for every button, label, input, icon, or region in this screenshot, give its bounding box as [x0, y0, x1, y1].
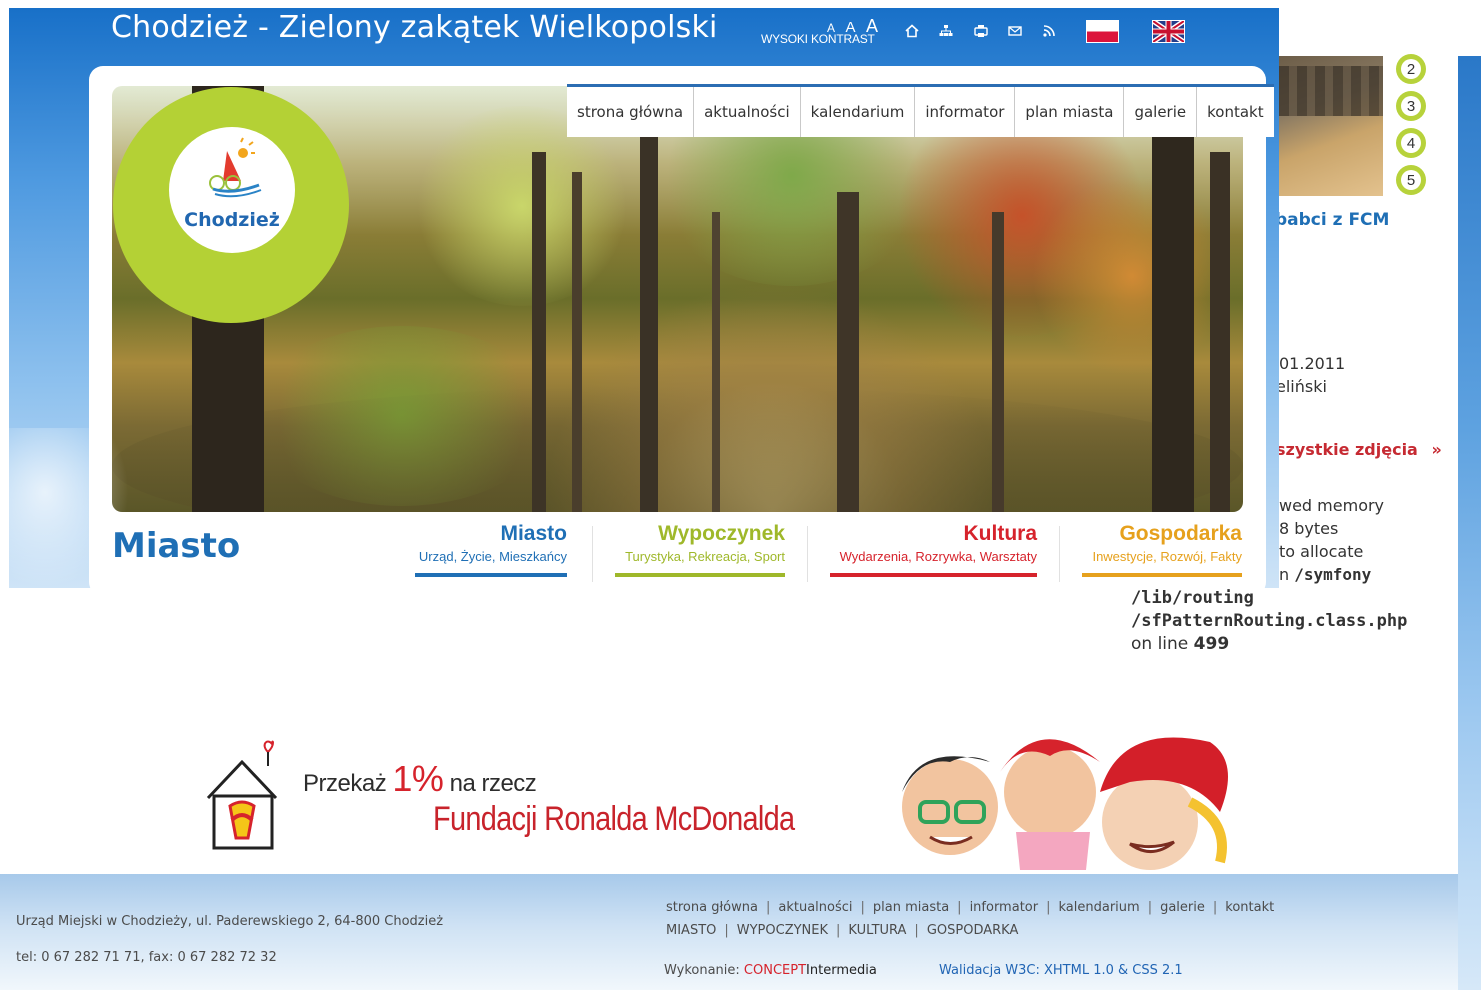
footer-links: strona główna | aktualności | plan miasta |… [666, 900, 1275, 938]
credit-company[interactable]: Intermedia [806, 963, 877, 978]
banner-headline: Przekaż 1% na rzecz [303, 758, 537, 799]
footer-address: Urząd Miejski w Chodzieży, ul. Paderewsk… [16, 914, 444, 929]
logo-text: Chodzież [184, 209, 280, 231]
footer-link[interactable]: plan miasta [873, 900, 949, 915]
footer-phone: tel: 0 67 282 71 71, fax: 0 67 282 72 32 [16, 950, 277, 965]
nav-item-contact[interactable]: kontakt [1197, 87, 1273, 137]
footer-link[interactable]: WYPOCZYNEK [737, 923, 828, 938]
header-frame: Chodzież - Zielony zakątek Wielkopolski … [9, 8, 1279, 588]
error-text-line: wed memory [1279, 496, 1385, 515]
footer-link[interactable]: kontakt [1225, 900, 1274, 915]
pager-item[interactable]: 3 [1396, 91, 1426, 121]
sitemap-icon[interactable] [939, 24, 953, 38]
category-title: Kultura [963, 522, 1038, 545]
section-title: Miasto [112, 526, 241, 566]
nav-item-galleries[interactable]: galerie [1124, 87, 1198, 137]
all-photos-link[interactable]: szystkie zdjęcia » [1276, 440, 1442, 459]
banner-foundation-name: Fundacji Ronalda McDonalda [433, 800, 795, 838]
mail-icon[interactable] [1008, 24, 1022, 38]
footer-link[interactable]: KULTURA [848, 923, 906, 938]
background-sky [1458, 56, 1481, 990]
banner-kids-illustration [902, 737, 1228, 870]
footer: Urząd Miejski w Chodzieży, ul. Paderewsk… [0, 874, 1458, 990]
nav-item-calendar[interactable]: kalendarium [801, 87, 916, 137]
category-underline [615, 573, 785, 577]
error-path-line: /lib/routing [1131, 588, 1254, 608]
error-path-line: /sfPatternRouting.class.php [1131, 611, 1408, 631]
pager-item[interactable]: 5 [1396, 165, 1426, 195]
print-icon[interactable] [974, 24, 988, 38]
arrow-right-icon: » [1431, 440, 1442, 459]
category-subtitle: Turystyka, Rekreacja, Sport [625, 549, 785, 564]
category-title: Miasto [500, 522, 567, 545]
nav-item-news[interactable]: aktualności [694, 87, 801, 137]
main-nav: strona główna aktualności kalendarium in… [567, 84, 1274, 137]
credit-link[interactable]: CONCEPT [744, 963, 806, 978]
ronald-house-icon [206, 740, 278, 850]
error-line-number: on line 499 [1131, 634, 1230, 654]
gallery-author: eliński [1276, 377, 1327, 396]
footer-link[interactable]: informator [970, 900, 1039, 915]
category-underline [830, 573, 1037, 577]
pager-item[interactable]: 4 [1396, 128, 1426, 158]
footer-link[interactable]: MIASTO [666, 923, 716, 938]
footer-link[interactable]: kalendarium [1058, 900, 1139, 915]
validation-link[interactable]: Walidacja W3C: XHTML 1.0 & CSS 2.1 [939, 963, 1183, 978]
flag-uk-icon[interactable] [1152, 20, 1185, 43]
logo-badge[interactable]: Chodzież [113, 87, 349, 323]
category-underline [1082, 573, 1242, 577]
pager-item[interactable]: 2 [1396, 54, 1426, 84]
nav-item-informator[interactable]: informator [915, 87, 1016, 137]
donation-banner[interactable]: Przekaż 1% na rzecz Fundacji Ronalda McD… [190, 722, 1265, 870]
category-subtitle: Urząd, Życie, Mieszkańcy [418, 549, 567, 564]
category-subtitle: Wydarzenia, Rozrywka, Warsztaty [839, 549, 1037, 564]
category-wypoczynek[interactable]: Wypoczynek Turystyka, Rekreacja, Sport [615, 522, 785, 577]
all-photos-label: szystkie zdjęcia [1276, 440, 1418, 459]
divider [807, 526, 808, 582]
home-icon[interactable] [905, 24, 919, 38]
divider [1059, 526, 1060, 582]
logo-inner: Chodzież [169, 127, 295, 253]
footer-link[interactable]: aktualności [778, 900, 852, 915]
rss-icon[interactable] [1042, 24, 1056, 38]
category-gospodarka[interactable]: Gospodarka Inwestycje, Rozwój, Fakty [1082, 522, 1242, 577]
high-contrast-link[interactable]: WYSOKI KONTRAST [761, 32, 875, 46]
footer-link[interactable]: galerie [1160, 900, 1205, 915]
footer-credit: Wykonanie: CONCEPTIntermedia [664, 963, 877, 978]
error-text-line: to allocate [1279, 542, 1364, 561]
gallery-date: 01.2011 [1279, 354, 1346, 373]
gallery-headline[interactable]: babci z FCM [1275, 210, 1389, 230]
cyclist-sailboat-icon [209, 137, 262, 198]
error-text-line: n /symfony [1279, 565, 1372, 584]
category-title: Gospodarka [1119, 522, 1242, 545]
footer-link[interactable]: GOSPODARKA [927, 923, 1019, 938]
gallery-photo[interactable] [1279, 56, 1383, 196]
category-underline [415, 573, 567, 577]
credit-label: Wykonanie: [664, 963, 740, 978]
category-miasto[interactable]: Miasto Urząd, Życie, Mieszkańcy [415, 522, 567, 577]
category-kultura[interactable]: Kultura Wydarzenia, Rozrywka, Warsztaty [830, 522, 1037, 577]
footer-link[interactable]: strona główna [666, 900, 758, 915]
site-title[interactable]: Chodzież - Zielony zakątek Wielkopolski [111, 10, 718, 45]
category-title: Wypoczynek [658, 522, 785, 545]
nav-item-city-map[interactable]: plan miasta [1015, 87, 1125, 137]
category-subtitle: Inwestycje, Rozwój, Fakty [1092, 549, 1242, 564]
flag-pl-icon[interactable] [1086, 20, 1119, 43]
divider [592, 526, 593, 582]
nav-item-home[interactable]: strona główna [567, 87, 695, 137]
error-text-line: 8 bytes [1279, 519, 1339, 538]
